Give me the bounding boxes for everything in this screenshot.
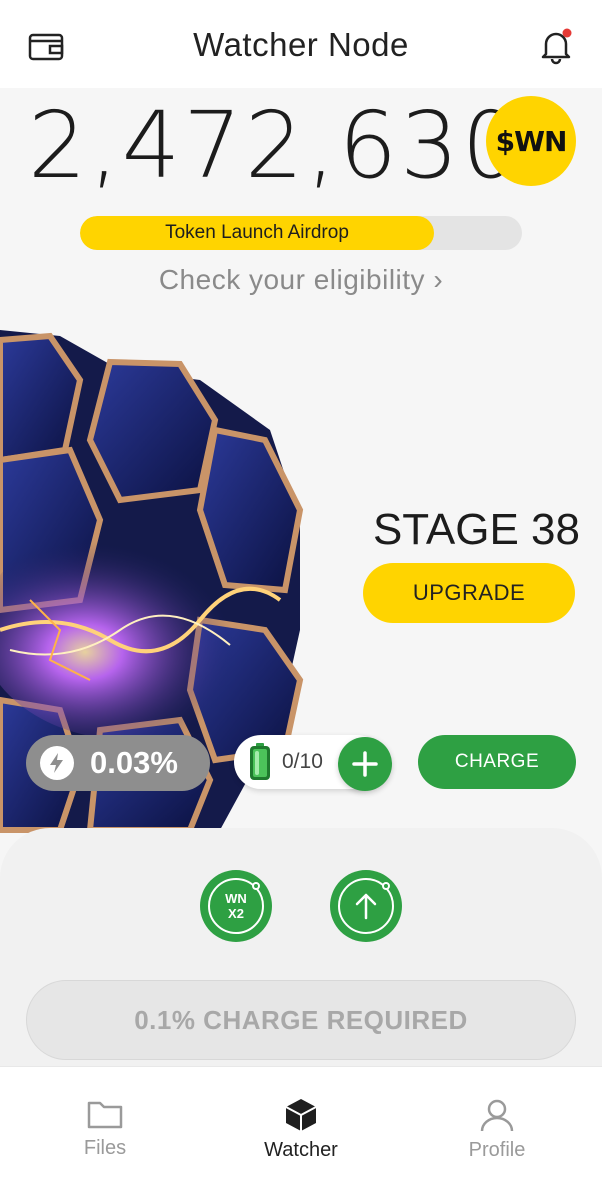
chevron-right-icon: › xyxy=(433,264,444,295)
lightning-icon xyxy=(40,746,74,780)
multiplier-line2: X2 xyxy=(228,906,244,921)
charge-required-button[interactable]: 0.1% CHARGE REQUIRED xyxy=(26,980,576,1060)
nav-label-watcher: Watcher xyxy=(264,1139,338,1161)
mining-rate-pill: 0.03% xyxy=(26,735,210,791)
airdrop-label: Token Launch Airdrop xyxy=(165,222,349,243)
eligibility-link[interactable]: Check your eligibility › xyxy=(0,264,602,296)
upgrade-button[interactable]: UPGRADE xyxy=(363,563,575,623)
notification-dot xyxy=(562,28,572,38)
arrow-up-icon xyxy=(338,878,394,934)
token-symbol: $WN xyxy=(495,124,568,158)
folder-icon xyxy=(87,1101,123,1129)
bottom-nav: Files Watcher Profile xyxy=(0,1066,602,1200)
battery-icon xyxy=(250,743,270,780)
nav-item-files[interactable]: Files xyxy=(35,1097,175,1160)
multiplier-boost-button[interactable]: WN X2 xyxy=(200,870,272,942)
nav-item-profile[interactable]: Profile xyxy=(427,1097,567,1162)
profile-icon xyxy=(480,1099,514,1132)
upload-boost-button[interactable] xyxy=(330,870,402,942)
nav-item-watcher[interactable]: Watcher xyxy=(231,1097,371,1162)
multiplier-badge-icon: WN X2 xyxy=(208,878,264,934)
eligibility-text: Check your eligibility xyxy=(158,264,426,295)
app-header: Watcher Node xyxy=(0,0,602,88)
page-title: Watcher Node xyxy=(193,26,409,63)
stage-label: STAGE 38 xyxy=(372,505,580,554)
add-battery-button[interactable] xyxy=(338,737,392,791)
cube-icon xyxy=(285,1099,317,1131)
plus-icon xyxy=(352,751,378,777)
token-balance: 2,472,630 xyxy=(28,92,524,199)
multiplier-line1: WN xyxy=(225,891,247,906)
bell-icon[interactable] xyxy=(536,26,576,66)
battery-count: 0/10 xyxy=(282,750,323,773)
nav-label-profile: Profile xyxy=(468,1139,526,1161)
token-badge: $WN xyxy=(486,96,576,186)
charge-button[interactable]: CHARGE xyxy=(418,735,576,789)
nav-label-files: Files xyxy=(83,1137,127,1159)
mining-rate-value: 0.03% xyxy=(90,745,178,780)
